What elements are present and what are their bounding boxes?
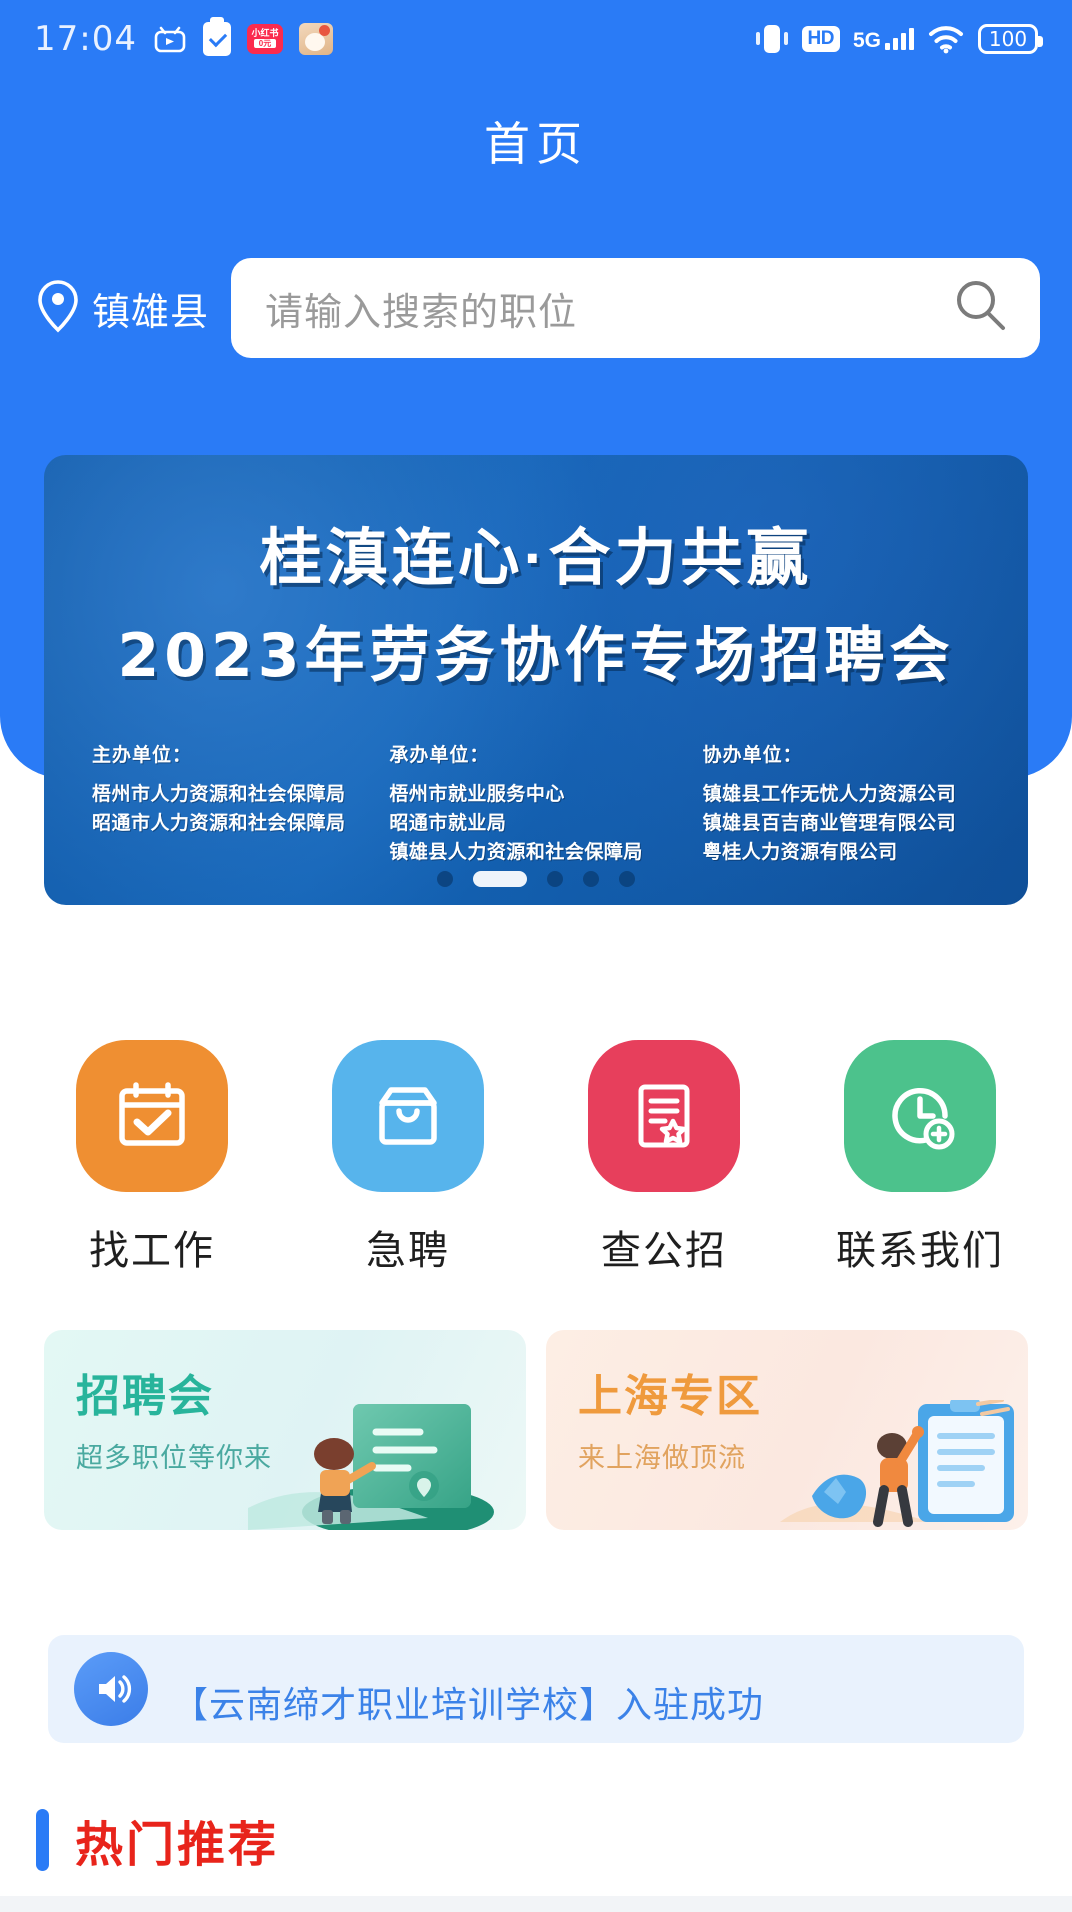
page-title: 首页 [484, 118, 588, 170]
promo-cards: 招聘会 超多职位等你来 上海专区 来上海做顶流 [44, 1330, 1028, 1530]
map-pin-icon [36, 279, 80, 338]
status-bar-right: HD 5G 100 [755, 23, 1043, 55]
action-label: 联系我们 [836, 1229, 1004, 1273]
status-time: 17:04 [34, 19, 137, 59]
announcement-text: 【云南缔才职业培训学校】入驻成功 [172, 1684, 765, 1725]
carousel-dot[interactable] [583, 871, 599, 887]
certificate-star-icon [588, 1040, 740, 1192]
search-icon[interactable] [952, 277, 1010, 340]
promo-banner-carousel[interactable]: 桂滇连心·合力共赢 2023年劳务协作专场招聘会 主办单位： 梧州市人力资源和社… [44, 455, 1028, 905]
clock-plus-icon [844, 1040, 996, 1192]
hd-icon: HD [801, 26, 840, 52]
carousel-dot[interactable] [619, 871, 635, 887]
network-label: 5G [852, 29, 881, 52]
xiaohongshu-label: 小红书 [251, 28, 279, 38]
organizer-item: 镇雄县工作无忧人力资源公司 [702, 784, 957, 805]
speaker-icon [74, 1652, 148, 1726]
announcement-bar[interactable]: 【云南缔才职业培训学校】入驻成功 [48, 1635, 1024, 1743]
search-input[interactable]: 请输入搜索的职位 [231, 258, 1040, 358]
xiaohongshu-sub: 0元 [253, 39, 276, 48]
action-contact-us[interactable]: 联系我们 [820, 1040, 1020, 1276]
box-icon [332, 1040, 484, 1192]
section-title: 热门推荐 [75, 1819, 280, 1872]
organizer-title: 协办单位： [702, 745, 803, 766]
status-bar-left: 17:04 小红书 0元 [34, 19, 333, 59]
person-with-clipboard-illustration [750, 1398, 1020, 1530]
bilibili-icon [153, 24, 187, 54]
action-find-job[interactable]: 找工作 [52, 1040, 252, 1276]
organizer-item: 镇雄县人力资源和社会保障局 [389, 842, 643, 863]
bear-app-icon [298, 23, 333, 55]
wifi-icon [927, 24, 965, 54]
banner-headline: 桂滇连心·合力共赢 [259, 524, 813, 593]
section-accent-bar [36, 1809, 49, 1871]
action-urgent-hiring[interactable]: 急聘 [308, 1040, 508, 1276]
quick-actions: 找工作 急聘 查公招 联系我们 [0, 1040, 1072, 1276]
5g-icon: 5G [852, 28, 914, 52]
signal-bars-icon [885, 28, 914, 50]
banner-subheadline: 2023年劳务协作专场招聘会 [117, 621, 955, 691]
organizer-title: 承办单位： [389, 745, 490, 766]
clipboard-check-icon [202, 22, 231, 56]
organizer-item: 梧州市人力资源和社会保障局 [92, 784, 346, 805]
carousel-dot[interactable] [437, 871, 453, 887]
person-presenting-board-illustration [248, 1400, 518, 1530]
location-label: 镇雄县 [92, 291, 210, 334]
action-label: 找工作 [89, 1229, 215, 1273]
carousel-dots[interactable] [44, 871, 1028, 887]
organizer-column: 协办单位： 镇雄县工作无忧人力资源公司 镇雄县百吉商业管理有限公司 粤桂人力资源… [667, 740, 980, 867]
organizer-item: 昭通市人力资源和社会保障局 [92, 813, 346, 834]
vibrate-icon [755, 23, 789, 55]
organizer-item: 梧州市就业服务中心 [389, 784, 565, 805]
action-label: 急聘 [366, 1229, 450, 1273]
location-selector[interactable]: 镇雄县 [36, 279, 209, 338]
carousel-dot[interactable] [547, 871, 563, 887]
organizer-column: 承办单位： 梧州市就业服务中心 昭通市就业局 镇雄县人力资源和社会保障局 [369, 740, 666, 867]
organizer-title: 主办单位： [92, 745, 193, 766]
action-public-recruitment[interactable]: 查公招 [564, 1040, 764, 1276]
promo-card-job-fair[interactable]: 招聘会 超多职位等你来 [44, 1330, 526, 1530]
organizer-item: 镇雄县百吉商业管理有限公司 [702, 813, 957, 834]
search-row: 镇雄县 请输入搜索的职位 [0, 258, 1072, 358]
xiaohongshu-icon: 小红书 0元 [246, 24, 283, 54]
calendar-check-icon [76, 1040, 228, 1192]
banner-organizers: 主办单位： 梧州市人力资源和社会保障局 昭通市人力资源和社会保障局 承办单位： … [44, 740, 1028, 867]
status-bar: 17:04 小红书 0元 HD 5G 100 [0, 0, 1072, 78]
action-label: 查公招 [601, 1229, 727, 1273]
organizer-item: 粤桂人力资源有限公司 [702, 842, 898, 863]
search-placeholder: 请输入搜索的职位 [265, 291, 578, 334]
organizer-item: 昭通市就业局 [389, 813, 507, 834]
battery-icon: 100 [978, 24, 1043, 54]
hot-recommend-section-header: 热门推荐 [36, 1805, 279, 1875]
section-divider [0, 1896, 1072, 1912]
organizer-column: 主办单位： 梧州市人力资源和社会保障局 昭通市人力资源和社会保障局 [92, 740, 369, 867]
promo-card-shanghai-zone[interactable]: 上海专区 来上海做顶流 [546, 1330, 1028, 1530]
carousel-dot-active[interactable] [473, 871, 527, 887]
